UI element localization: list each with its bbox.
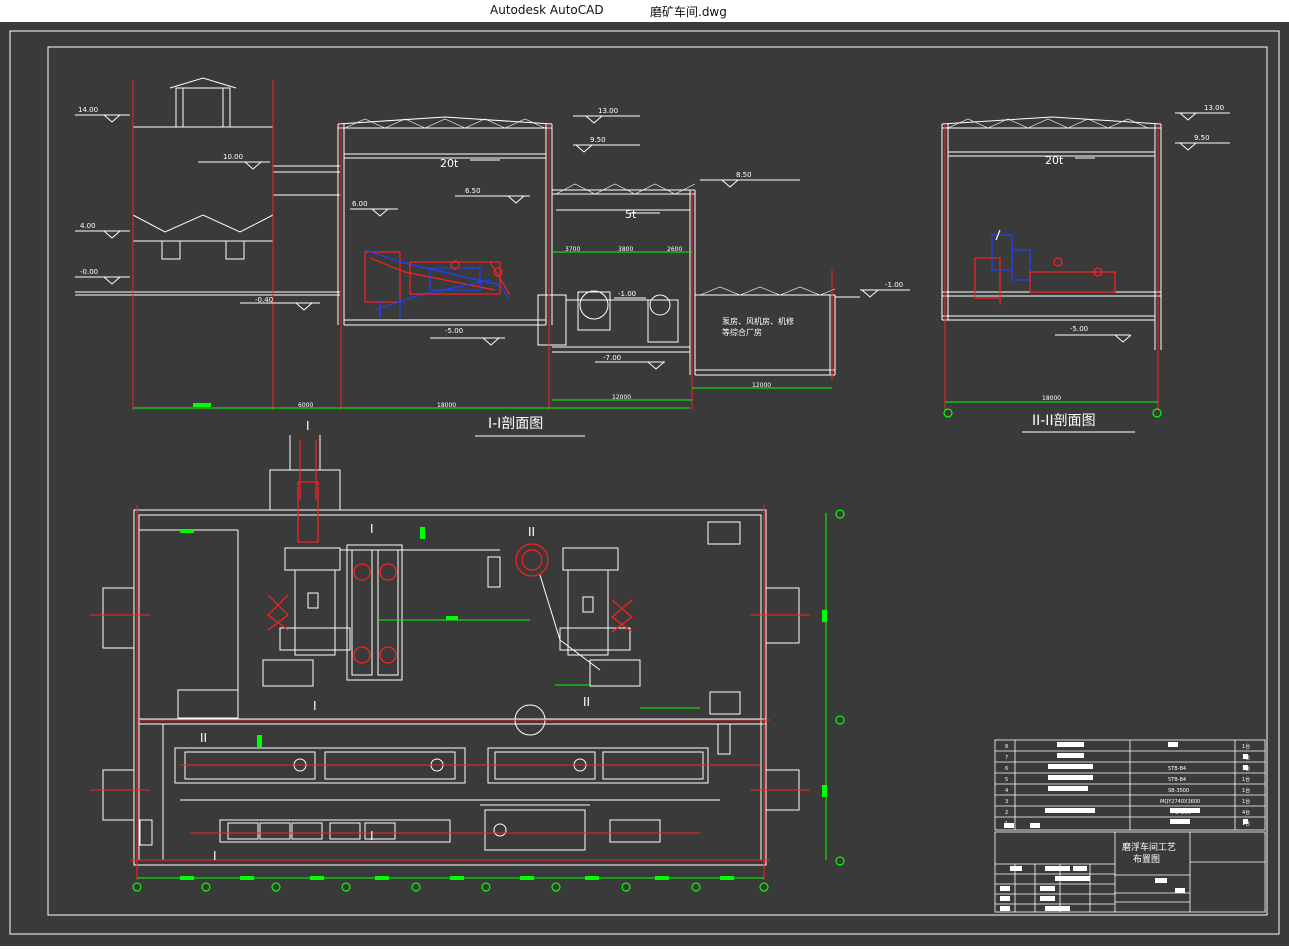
elev-label: 8.50 <box>736 171 752 179</box>
row-model: SB-3500 <box>1168 788 1189 794</box>
row-model: 5ΤB-Β4 <box>1168 777 1186 783</box>
dim-label: 12000 <box>752 382 771 389</box>
elev-label: 13.00 <box>598 107 618 115</box>
elev-label: -1.00 <box>618 290 636 298</box>
mill-equipment-section-2[interactable] <box>974 229 1116 305</box>
dim-label: 3700 <box>565 246 580 253</box>
elev-label: -5.00 <box>445 327 463 335</box>
row-no: 2 <box>1005 810 1008 816</box>
drawing-title: 磨浮车间工艺 布置图 <box>1122 841 1176 865</box>
parts-list-rows: 8 1台 7 1台 6 5ΤB-Β4 1台 5 5ΤB-Β4 1台 4 SB-3… <box>1005 743 1250 827</box>
elev-label: -5.00 <box>1070 325 1088 333</box>
row-qty: 1台 <box>1242 787 1250 794</box>
row-qty: 1台 <box>1242 776 1250 783</box>
centerlines-section-1 <box>132 80 833 410</box>
document-title: 磨矿车间.dwg <box>650 5 727 19</box>
elev-label: -7.00 <box>603 354 621 362</box>
room-note-line-2: 等综合厂房 <box>722 327 762 337</box>
section-mark: II <box>200 731 207 745</box>
section-mark: I <box>213 849 217 863</box>
plan-view[interactable] <box>102 435 800 866</box>
elev-label: 6.50 <box>465 187 481 195</box>
row-no: 5 <box>1005 777 1008 783</box>
elevation-markers-section-2 <box>1055 112 1230 343</box>
drawing-title-line-1: 磨浮车间工艺 <box>1122 841 1176 853</box>
crane-label: 20t <box>440 157 459 170</box>
elev-label: 13.00 <box>1204 104 1224 112</box>
dim-label: 12000 <box>612 394 631 401</box>
elev-label: 14.00 <box>78 106 98 114</box>
row-model: MQY2740X3600 <box>1160 799 1200 805</box>
row-qty: 1台 <box>1242 798 1250 805</box>
dim-label: 2600 <box>667 246 682 253</box>
row-no: 8 <box>1005 744 1008 750</box>
section-2-title: II-II剖面图 <box>1032 413 1096 429</box>
dim-label: 3800 <box>618 246 633 253</box>
elev-label: -0.40 <box>255 296 273 304</box>
parts-list[interactable] <box>994 739 1266 831</box>
elev-label: 9.50 <box>590 136 606 144</box>
elev-label: 10.00 <box>223 153 243 161</box>
elev-label: -0.00 <box>80 268 98 276</box>
parts-list-blocks <box>1004 742 1248 828</box>
elevation-labels-section-2: 13.00 9.50 -5.00 <box>1070 104 1224 333</box>
section-mark: I <box>370 522 374 536</box>
dim-label: 18000 <box>437 402 456 409</box>
crane-label: 5t <box>625 208 637 221</box>
elev-label: 6.00 <box>352 200 368 208</box>
elev-label: -1.00 <box>885 281 903 289</box>
plan-section-marks: I I II II I II I I <box>200 419 590 863</box>
mill-equipment-section-1[interactable] <box>364 249 511 318</box>
cad-drawing[interactable]: 14.00 10.00 4.00 -0.00 -0.40 6.00 13.00 … <box>0 22 1289 946</box>
row-model: 5ΤB-Β4 <box>1168 766 1186 772</box>
inner-border <box>47 46 1268 916</box>
drawing-title-line-2: 布置图 <box>1133 853 1160 865</box>
row-no: 4 <box>1005 788 1008 794</box>
plan-dimensions <box>137 513 827 880</box>
section-2-2[interactable] <box>941 116 1162 350</box>
app-title: Autodesk AutoCAD <box>490 3 604 17</box>
elev-label: 9.50 <box>1194 134 1210 142</box>
dim-label: 18000 <box>1042 395 1061 402</box>
row-qty: 4台 <box>1242 809 1250 816</box>
drawing-canvas[interactable]: 14.00 10.00 4.00 -0.00 -0.40 6.00 13.00 … <box>0 22 1289 946</box>
crane-label-2: 20t <box>1045 154 1064 167</box>
room-note-line-1: 泵房、风机房、机修 <box>722 316 794 326</box>
section-mark: II <box>583 695 590 709</box>
row-no: 6 <box>1005 766 1008 772</box>
outer-border <box>9 30 1280 935</box>
section-mark: I <box>370 829 374 843</box>
elev-label: 4.00 <box>80 222 96 230</box>
row-no: 7 <box>1005 755 1008 761</box>
elevation-markers-section-1 <box>75 114 800 370</box>
row-qty: 1台 <box>1242 743 1250 750</box>
section-mark: II <box>528 525 535 539</box>
title-bar: Autodesk AutoCAD 磨矿车间.dwg <box>0 0 1289 22</box>
row-no: 3 <box>1005 799 1008 805</box>
dimension-labels-section-1: 6000 18000 12000 12000 3700 3800 2600 <box>298 246 771 409</box>
section-mark: I <box>306 419 310 433</box>
dim-label: 6000 <box>298 402 313 409</box>
section-mark: I <box>313 699 317 713</box>
section-1-title: I-I剖面图 <box>488 416 543 432</box>
elevation-marker-outside <box>860 289 910 298</box>
plan-equipment-red[interactable] <box>267 440 633 664</box>
room-note: 泵房、风机房、机修 等综合厂房 <box>722 316 794 337</box>
